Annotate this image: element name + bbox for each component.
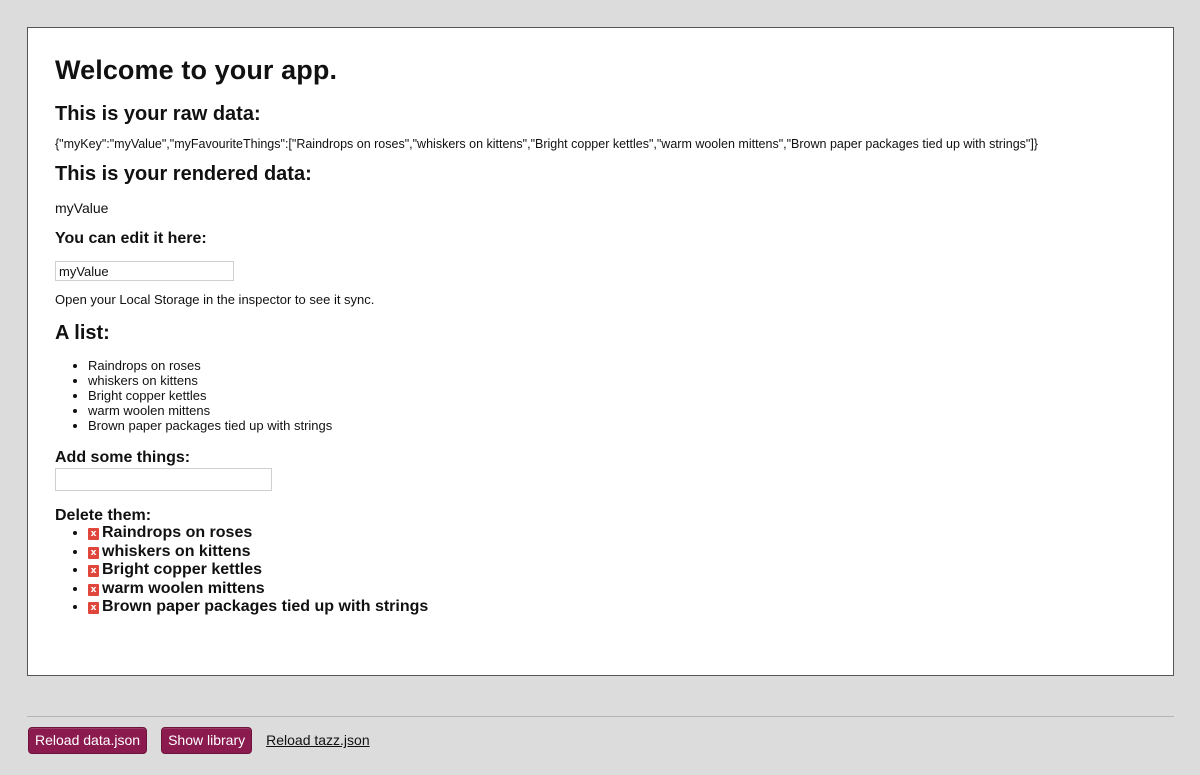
delete-item-label: Brown paper packages tied up with string… — [102, 598, 429, 615]
favourite-things-list: Raindrops on roses whiskers on kittens B… — [55, 358, 1146, 433]
page-title: Welcome to your app. — [55, 55, 338, 85]
close-icon[interactable]: x — [88, 583, 99, 596]
delete-list-item: xwarm woolen mittens — [88, 580, 1146, 599]
close-icon[interactable]: x — [88, 546, 99, 559]
delete-list-item: xRaindrops on roses — [88, 524, 1146, 543]
reload-data-button[interactable]: Reload data.json — [28, 726, 148, 754]
close-icon[interactable]: x — [88, 528, 99, 540]
close-icon[interactable]: x — [88, 602, 99, 614]
delete-item-label: Bright copper kettles — [102, 561, 263, 578]
footer-divider — [27, 716, 1174, 717]
footer-toolbar: Reload data.json Show library Reload taz… — [28, 726, 370, 754]
delete-list: xRaindrops on roses xwhiskers on kittens… — [55, 524, 1146, 617]
reload-tazz-link[interactable]: Reload tazz.json — [266, 732, 370, 748]
delete-list-item: xBright copper kettles — [88, 561, 1146, 580]
delete-list-item: xBrown paper packages tied up with strin… — [88, 598, 1146, 617]
delete-item-label: Raindrops on roses — [102, 524, 253, 541]
add-things-heading: Add some things: — [55, 449, 191, 466]
delete-heading: Delete them: — [55, 507, 152, 524]
list-item: Raindrops on roses — [88, 358, 1146, 373]
raw-data-heading: This is your raw data: — [55, 103, 261, 125]
delete-item-label: whiskers on kittens — [102, 542, 251, 560]
list-heading: A list: — [55, 322, 110, 344]
edit-value-input[interactable] — [55, 261, 234, 281]
list-item: Bright copper kettles — [88, 388, 1146, 403]
app-frame: Welcome to your app. This is your raw da… — [27, 27, 1174, 676]
delete-list-item: xwhiskers on kittens — [88, 543, 1146, 562]
list-item: whiskers on kittens — [88, 373, 1146, 388]
rendered-data-heading: This is your rendered data: — [55, 163, 312, 185]
delete-item-label: warm woolen mittens — [102, 579, 265, 597]
add-things-input[interactable] — [55, 468, 272, 491]
list-item: Brown paper packages tied up with string… — [88, 418, 1146, 433]
rendered-value: myValue — [55, 200, 109, 216]
list-item: warm woolen mittens — [88, 403, 1146, 418]
edit-heading: You can edit it here: — [55, 230, 207, 247]
storage-note: Open your Local Storage in the inspector… — [55, 292, 375, 307]
close-icon[interactable]: x — [88, 565, 99, 577]
show-library-button[interactable]: Show library — [161, 726, 253, 754]
raw-data-text: {"myKey":"myValue","myFavouriteThings":[… — [55, 137, 1038, 151]
